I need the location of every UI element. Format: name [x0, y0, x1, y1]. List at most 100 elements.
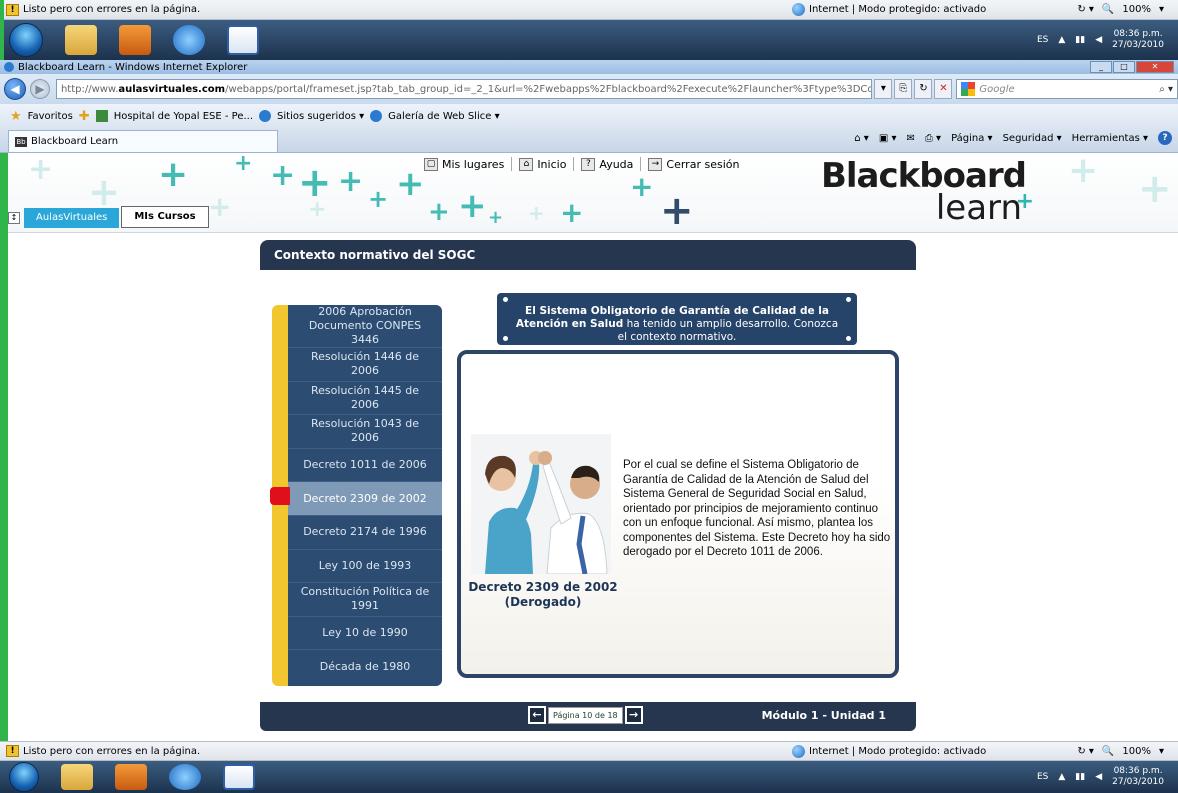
explorer-taskbar-icon[interactable] [65, 25, 97, 55]
address-bar-row: ◀ ▶ http://www. aulasvirtuales.com/webapp… [0, 74, 1178, 104]
system-tray: ES ▲ ▮▮ ◀ 08:36 p.m. 27/03/2010 [1037, 29, 1164, 51]
protected-icon: ↻ ▾ [1077, 4, 1094, 15]
tray-arrow-icon[interactable]: ▲ [1058, 35, 1065, 45]
status-message: Listo pero con errores en la página. [23, 4, 201, 15]
globe-icon [792, 744, 805, 758]
language-indicator[interactable]: ES [1037, 35, 1048, 45]
volume-icon[interactable]: ◀ [1095, 772, 1102, 782]
zoom-control[interactable]: ↻ ▾ 🔍 100% ▾ [1077, 746, 1164, 757]
word-taskbar-icon[interactable] [227, 25, 259, 55]
timeline-item[interactable]: 2006 Aprobación Documento CONPES 3446 [288, 305, 442, 348]
command-bar: ⌂ ▾ ▣ ▾ ✉ ⎙ ▾ Página ▾ Seguridad ▾ Herra… [854, 131, 1172, 145]
favorite-suggested-sites[interactable]: Sitios sugeridos ▾ [277, 111, 364, 122]
link-mis-lugares[interactable]: Mis lugares [442, 158, 504, 171]
decor-plus: + [660, 188, 694, 233]
window-title: Blackboard Learn - Windows Internet Expl… [18, 61, 248, 73]
tray-arrow-icon[interactable]: ▲ [1058, 772, 1065, 782]
timeline-item[interactable]: Resolución 1446 de 2006 [288, 348, 442, 382]
refresh-icon[interactable]: ↻ [914, 79, 933, 99]
favorite-web-slice[interactable]: Galería de Web Slice ▾ [388, 111, 499, 122]
timeline-item[interactable]: Década de 1980 [288, 650, 442, 684]
clock[interactable]: 08:36 p.m. 27/03/2010 [1112, 766, 1164, 788]
favorite-hospital[interactable]: Hospital de Yopal ESE - Pe... [114, 111, 253, 122]
network-icon[interactable]: ▮▮ [1075, 772, 1085, 782]
help-icon[interactable]: ? [1158, 131, 1172, 145]
corner-dot [503, 297, 508, 302]
tab-mis-cursos[interactable]: MIs Cursos [121, 206, 209, 228]
timeline-item[interactable]: Constitución Política de 1991 [288, 583, 442, 617]
timeline-item[interactable]: Decreto 2174 de 1996 [288, 516, 442, 550]
add-favorite-icon[interactable]: ✚ [79, 109, 90, 124]
volume-icon[interactable]: ◀ [1095, 35, 1102, 45]
high-five-illustration [471, 434, 611, 574]
timeline-item[interactable]: Resolución 1445 de 2006 [288, 382, 442, 416]
page-menu[interactable]: Página ▾ [951, 133, 993, 144]
clock[interactable]: 08:36 p.m. 27/03/2010 [1112, 29, 1164, 51]
favorites-button[interactable]: Favoritos [28, 111, 73, 122]
mail-icon[interactable]: ✉ [906, 133, 914, 144]
explorer-taskbar-icon[interactable] [61, 764, 93, 790]
next-page-button[interactable]: → [624, 706, 643, 724]
address-field[interactable]: http://www. aulasvirtuales.com/webapps/po… [55, 79, 873, 99]
network-icon[interactable]: ▮▮ [1075, 35, 1085, 45]
forward-button[interactable]: ▶ [29, 79, 50, 99]
link-cerrar-sesion[interactable]: Cerrar sesión [666, 158, 739, 171]
search-box[interactable]: Google ⌕ ▾ [956, 79, 1178, 99]
media-player-taskbar-icon[interactable] [119, 25, 151, 55]
warning-icon: ! [6, 3, 19, 16]
timeline-item[interactable]: Ley 100 de 1993 [288, 550, 442, 584]
tools-menu[interactable]: Herramientas ▾ [1072, 133, 1148, 144]
start-button[interactable] [9, 762, 39, 792]
taskbar-bottom: ES ▲ ▮▮ ◀ 08:36 p.m. 27/03/2010 [0, 761, 1178, 793]
minimize-button[interactable]: _ [1090, 61, 1112, 73]
system-tray: ES ▲ ▮▮ ◀ 08:36 p.m. 27/03/2010 [1037, 766, 1164, 788]
word-taskbar-icon[interactable] [223, 764, 255, 790]
start-button[interactable] [9, 23, 43, 57]
link-inicio[interactable]: Inicio [537, 158, 566, 171]
site-icon [95, 110, 108, 122]
maximize-button[interactable]: □ [1113, 61, 1135, 73]
back-button[interactable]: ◀ [4, 78, 26, 100]
stop-icon[interactable]: ✕ [934, 79, 953, 99]
zone-label: Internet | Modo protegido: activado [809, 4, 987, 15]
chevron-down-icon: ▾ [1158, 745, 1164, 757]
close-button[interactable]: ✕ [1136, 61, 1174, 73]
protected-icon: ↻ ▾ [1077, 745, 1094, 757]
home-icon[interactable]: ⌂ ▾ [854, 133, 869, 144]
timeline-item-active[interactable]: Decreto 2309 de 2002 [288, 482, 442, 516]
timeline-item[interactable]: Ley 10 de 1990 [288, 617, 442, 651]
browser-tab[interactable]: Bb Blackboard Learn [8, 130, 278, 152]
divider [640, 157, 642, 171]
media-player-taskbar-icon[interactable] [115, 764, 147, 790]
zone-label: Internet | Modo protegido: activado [809, 745, 987, 757]
language-indicator[interactable]: ES [1037, 772, 1048, 782]
link-ayuda[interactable]: Ayuda [599, 158, 633, 171]
collapse-icon[interactable]: ↕ [8, 212, 20, 224]
tab-aulasvirtuales[interactable]: AulasVirtuales [24, 208, 120, 228]
previous-page-button[interactable]: ← [528, 706, 546, 724]
decor-plus: + [308, 197, 327, 222]
decor-plus: + [396, 164, 425, 204]
feeds-icon[interactable]: ▣ ▾ [879, 133, 897, 144]
dropdown-icon[interactable]: ▾ [874, 79, 893, 99]
logout-icon: → [648, 157, 663, 171]
timeline-item[interactable]: Resolución 1043 de 2006 [288, 415, 442, 449]
tab-row: Bb Blackboard Learn ⌂ ▾ ▣ ▾ ✉ ⎙ ▾ Página… [0, 128, 1178, 153]
lesson-title-bar: Contexto normativo del SOGC [260, 240, 916, 270]
zoom-control[interactable]: ↻ ▾ 🔍 100% ▾ [1077, 4, 1164, 15]
decor-plus: + [1138, 166, 1172, 212]
print-icon[interactable]: ⎙ ▾ [925, 133, 941, 144]
compat-view-icon[interactable]: ⎘ [894, 79, 913, 99]
taskbar-top: ES ▲ ▮▮ ◀ 08:36 p.m. 27/03/2010 [0, 20, 1178, 60]
ie-taskbar-icon[interactable] [173, 25, 205, 55]
favorites-bar: ★ Favoritos ✚ Hospital de Yopal ESE - Pe… [0, 104, 1178, 128]
decor-plus: + [488, 207, 504, 228]
corner-dot [503, 336, 508, 341]
search-icon[interactable]: ⌕ ▾ [1159, 84, 1173, 95]
security-menu[interactable]: Seguridad ▾ [1003, 133, 1062, 144]
doctors-photo [471, 434, 611, 574]
ie-taskbar-icon[interactable] [169, 764, 201, 790]
zoom-level: 100% [1122, 4, 1151, 15]
ie-icon [259, 110, 272, 122]
timeline-item[interactable]: Decreto 1011 de 2006 [288, 449, 442, 483]
